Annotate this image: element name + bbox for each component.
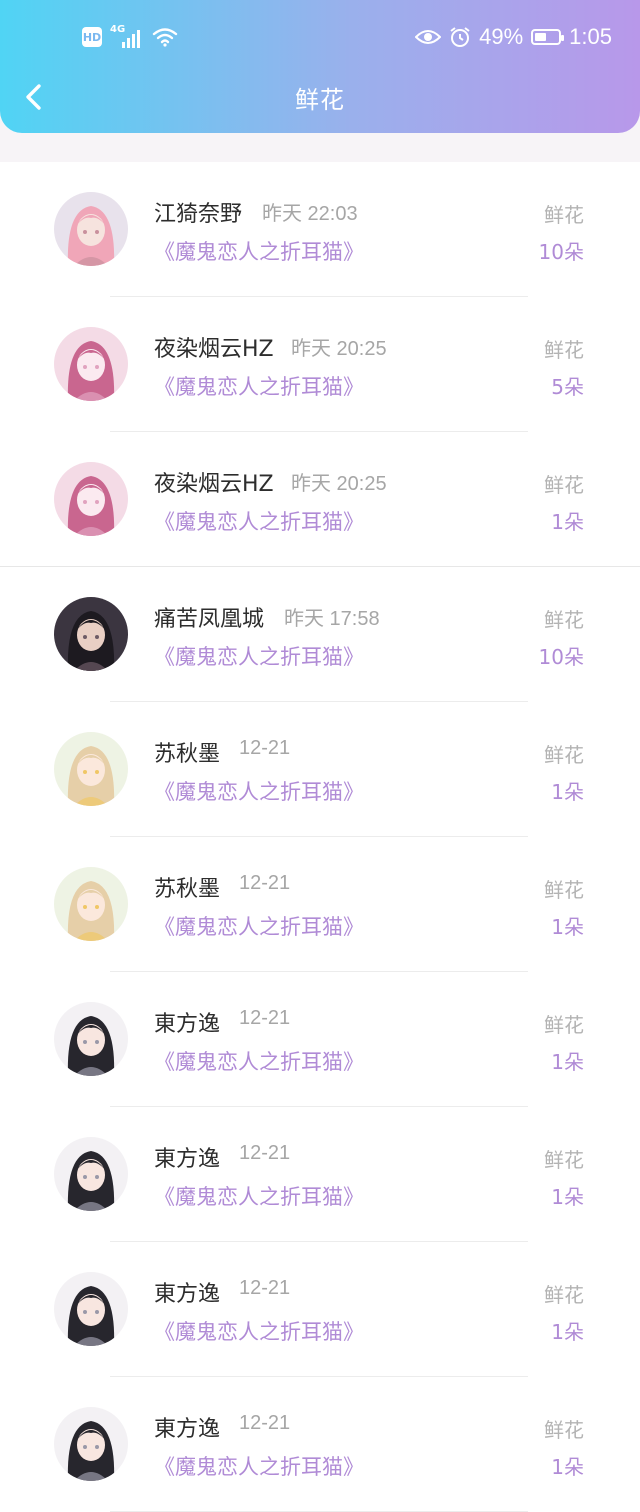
- status-right: 49% 1:05: [415, 24, 612, 50]
- list-item[interactable]: 夜染烟云HZ 昨天 20:25 《魔鬼恋人之折耳猫》 鲜花 1朵: [0, 432, 640, 567]
- gift-time: 12-21: [239, 1277, 291, 1299]
- flower-count: 10朵: [538, 240, 584, 264]
- flower-label: 鲜花: [544, 203, 584, 227]
- book-title[interactable]: 《魔鬼恋人之折耳猫》: [154, 236, 364, 266]
- eye-icon: [415, 30, 442, 44]
- flower-label: 鲜花: [544, 743, 584, 767]
- flower-label: 鲜花: [544, 1148, 584, 1172]
- battery-icon: [531, 29, 565, 45]
- flower-count: 1朵: [551, 1050, 584, 1074]
- user-name[interactable]: 痛苦凤凰城: [154, 601, 264, 633]
- status-bar: HD 4G 49% 1:05: [0, 0, 640, 78]
- avatar[interactable]: [54, 597, 128, 671]
- user-name[interactable]: 夜染烟云HZ: [154, 331, 274, 363]
- list-item[interactable]: 東方逸 12-21 《魔鬼恋人之折耳猫》 鲜花 1朵: [0, 1242, 640, 1377]
- avatar[interactable]: [54, 327, 128, 401]
- gift-time: 12-21: [239, 1412, 291, 1434]
- user-name[interactable]: 苏秋墨: [154, 736, 220, 768]
- user-name[interactable]: 苏秋墨: [154, 871, 220, 903]
- battery-percent: 49%: [479, 24, 524, 49]
- avatar[interactable]: [54, 192, 128, 266]
- list-item[interactable]: 夜染烟云HZ 昨天 20:25 《魔鬼恋人之折耳猫》 鲜花 5朵: [0, 297, 640, 432]
- avatar[interactable]: [54, 1407, 128, 1481]
- gift-time: 12-21: [239, 1007, 291, 1029]
- book-title[interactable]: 《魔鬼恋人之折耳猫》: [154, 1181, 364, 1211]
- user-name[interactable]: 東方逸: [154, 1276, 220, 1308]
- wifi-icon: [152, 28, 178, 47]
- avatar[interactable]: [54, 732, 128, 806]
- flower-count: 1朵: [551, 1455, 584, 1479]
- book-title[interactable]: 《魔鬼恋人之折耳猫》: [154, 1451, 364, 1481]
- gift-time: 12-21: [239, 872, 291, 894]
- user-name[interactable]: 江猗奈野: [154, 196, 242, 228]
- user-name[interactable]: 東方逸: [154, 1411, 220, 1443]
- list-item[interactable]: 痛苦凤凰城 昨天 17:58 《魔鬼恋人之折耳猫》 鲜花 10朵: [0, 567, 640, 702]
- alarm-icon: [450, 27, 470, 47]
- flower-count: 1朵: [551, 1320, 584, 1344]
- gift-time: 12-21: [239, 737, 291, 759]
- user-name[interactable]: 夜染烟云HZ: [154, 466, 274, 498]
- flower-label: 鲜花: [544, 1283, 584, 1307]
- user-name[interactable]: 東方逸: [154, 1141, 220, 1173]
- avatar[interactable]: [54, 867, 128, 941]
- avatar[interactable]: [54, 1272, 128, 1346]
- list-item[interactable]: 苏秋墨 12-21 《魔鬼恋人之折耳猫》 鲜花 1朵: [0, 837, 640, 972]
- flower-count: 5朵: [551, 375, 584, 399]
- list-item[interactable]: 東方逸 12-21 《魔鬼恋人之折耳猫》 鲜花 1朵: [0, 1377, 640, 1512]
- book-title[interactable]: 《魔鬼恋人之折耳猫》: [154, 776, 364, 806]
- status-left: HD 4G: [82, 24, 178, 48]
- book-title[interactable]: 《魔鬼恋人之折耳猫》: [154, 911, 364, 941]
- book-title[interactable]: 《魔鬼恋人之折耳猫》: [154, 506, 364, 536]
- flower-label: 鲜花: [544, 1013, 584, 1037]
- gift-time: 昨天 20:25: [291, 473, 387, 495]
- hd-icon: HD: [82, 27, 102, 47]
- gift-time: 昨天 17:58: [284, 608, 380, 630]
- gift-time: 昨天 20:25: [291, 338, 387, 360]
- clock: 1:05: [569, 24, 612, 49]
- flower-record-list: 江猗奈野 昨天 22:03 《魔鬼恋人之折耳猫》 鲜花 10朵 夜染烟云HZ 昨天 20:2…: [0, 162, 640, 1512]
- list-item[interactable]: 東方逸 12-21 《魔鬼恋人之折耳猫》 鲜花 1朵: [0, 1107, 640, 1242]
- book-title[interactable]: 《魔鬼恋人之折耳猫》: [154, 371, 364, 401]
- flower-label: 鲜花: [544, 1418, 584, 1442]
- flower-label: 鲜花: [544, 608, 584, 632]
- book-title[interactable]: 《魔鬼恋人之折耳猫》: [154, 1316, 364, 1346]
- avatar[interactable]: [54, 1002, 128, 1076]
- book-title[interactable]: 《魔鬼恋人之折耳猫》: [154, 1046, 364, 1076]
- flower-count: 10朵: [538, 645, 584, 669]
- flower-count: 1朵: [551, 510, 584, 534]
- list-item[interactable]: 江猗奈野 昨天 22:03 《魔鬼恋人之折耳猫》 鲜花 10朵: [0, 162, 640, 297]
- gift-time: 昨天 22:03: [262, 203, 358, 225]
- book-title[interactable]: 《魔鬼恋人之折耳猫》: [154, 641, 364, 671]
- avatar[interactable]: [54, 1137, 128, 1211]
- signal-icon: 4G: [110, 24, 144, 48]
- flower-label: 鲜花: [544, 473, 584, 497]
- flower-label: 鲜花: [544, 878, 584, 902]
- avatar[interactable]: [54, 462, 128, 536]
- gift-time: 12-21: [239, 1142, 291, 1164]
- flower-label: 鲜花: [544, 338, 584, 362]
- app-header: HD 4G 49% 1:05 鲜花: [0, 0, 640, 133]
- page-title: 鲜花: [295, 86, 345, 114]
- list-item[interactable]: 苏秋墨 12-21 《魔鬼恋人之折耳猫》 鲜花 1朵: [0, 702, 640, 837]
- user-name[interactable]: 東方逸: [154, 1006, 220, 1038]
- flower-count: 1朵: [551, 915, 584, 939]
- list-item[interactable]: 東方逸 12-21 《魔鬼恋人之折耳猫》 鲜花 1朵: [0, 972, 640, 1107]
- flower-count: 1朵: [551, 1185, 584, 1209]
- flower-count: 1朵: [551, 780, 584, 804]
